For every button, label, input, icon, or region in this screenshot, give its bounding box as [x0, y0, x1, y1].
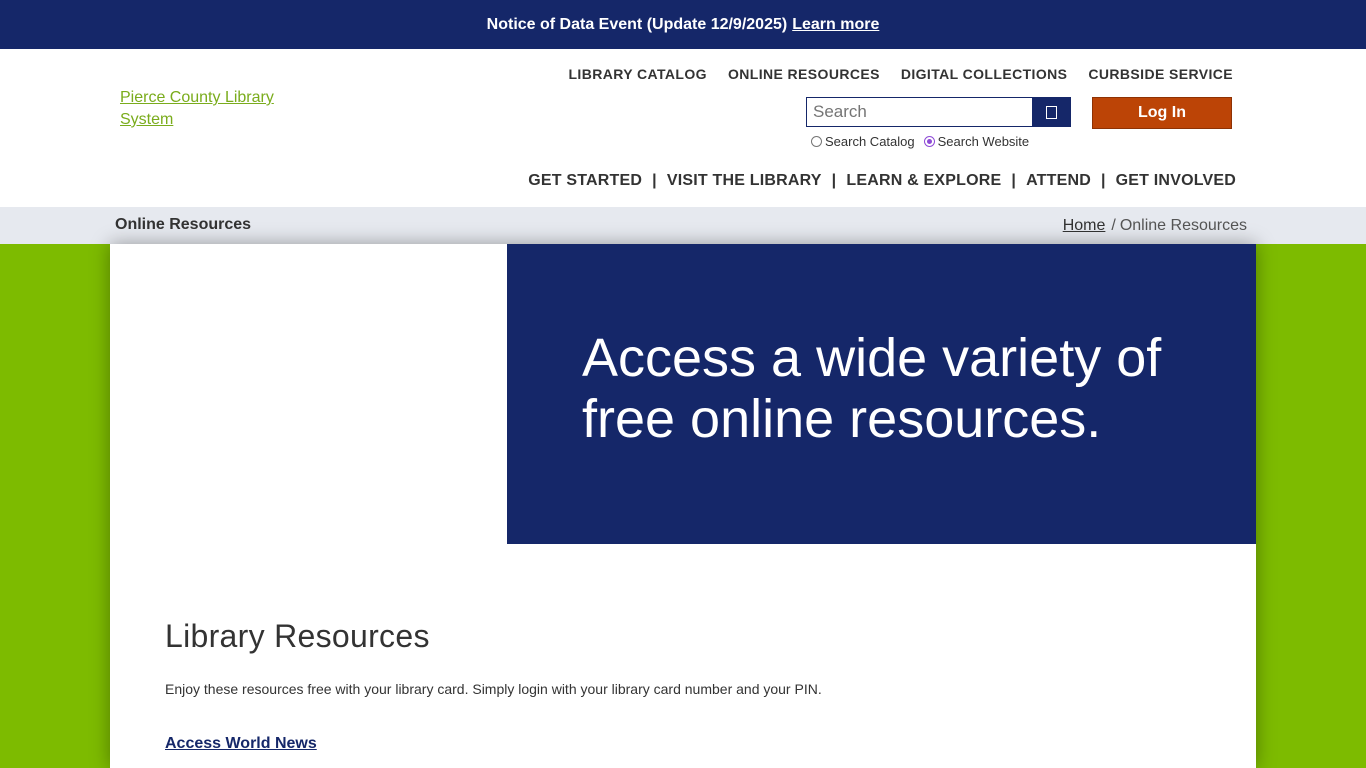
search-input[interactable]	[807, 98, 1032, 126]
section-intro: Enjoy these resources free with your lib…	[165, 681, 822, 697]
nav-online-resources[interactable]: ONLINE RESOURCES	[728, 66, 880, 82]
nav-separator: |	[652, 172, 657, 189]
search-box	[806, 97, 1071, 127]
breadcrumb: Home / Online Resources	[1063, 217, 1247, 235]
content-panel: Access a wide variety of free online res…	[110, 244, 1256, 768]
nav-learn-explore[interactable]: LEARN & EXPLORE	[846, 172, 1001, 190]
nav-attend[interactable]: ATTEND	[1026, 172, 1091, 190]
section-heading: Library Resources	[165, 618, 430, 654]
search-website-label: Search Website	[937, 134, 1030, 149]
nav-library-catalog[interactable]: LIBRARY CATALOG	[568, 66, 706, 82]
breadcrumb-bar: Online Resources Home / Online Resources	[0, 207, 1366, 244]
main-nav: GET STARTED | VISIT THE LIBRARY | LEARN …	[528, 172, 1236, 190]
breadcrumb-separator: /	[1111, 217, 1116, 234]
nav-visit-the-library[interactable]: VISIT THE LIBRARY	[667, 172, 822, 190]
nav-separator: |	[1100, 172, 1106, 189]
utility-nav: LIBRARY CATALOG ONLINE RESOURCES DIGITAL…	[568, 66, 1233, 82]
notice-banner: Notice of Data Event (Update 12/9/2025) …	[0, 0, 1366, 49]
breadcrumb-current: Online Resources	[1119, 217, 1247, 234]
breadcrumb-home-link[interactable]: Home	[1063, 217, 1106, 234]
search-catalog-label: Search Catalog	[825, 134, 915, 149]
hero-banner: Access a wide variety of free online res…	[507, 244, 1256, 544]
login-button[interactable]: Log In	[1092, 97, 1232, 129]
resource-link-access-world-news[interactable]: Access World News	[165, 735, 317, 753]
nav-curbside-service[interactable]: CURBSIDE SERVICE	[1088, 66, 1233, 82]
search-button[interactable]	[1032, 98, 1070, 126]
hero-heading: Access a wide variety of free online res…	[582, 328, 1162, 449]
nav-get-involved[interactable]: GET INVOLVED	[1116, 172, 1236, 190]
nav-separator: |	[831, 172, 837, 189]
search-scope-options: Search Catalog Search Website	[811, 134, 1029, 149]
nav-digital-collections[interactable]: DIGITAL COLLECTIONS	[901, 66, 1068, 82]
page-title: Online Resources	[115, 216, 252, 233]
search-icon	[1045, 105, 1057, 119]
notice-learn-more-link[interactable]: Learn more	[792, 16, 879, 34]
nav-separator: |	[1011, 172, 1017, 189]
search-catalog-radio[interactable]	[811, 136, 822, 147]
search-website-option[interactable]: Search Website	[923, 134, 1030, 149]
search-website-radio[interactable]	[923, 136, 935, 147]
search-catalog-option[interactable]: Search Catalog	[811, 134, 915, 149]
notice-text: Notice of Data Event (Update 12/9/2025)	[486, 15, 788, 33]
nav-get-started[interactable]: GET STARTED	[528, 172, 642, 190]
site-logo[interactable]: Pierce County Library System	[120, 87, 310, 131]
